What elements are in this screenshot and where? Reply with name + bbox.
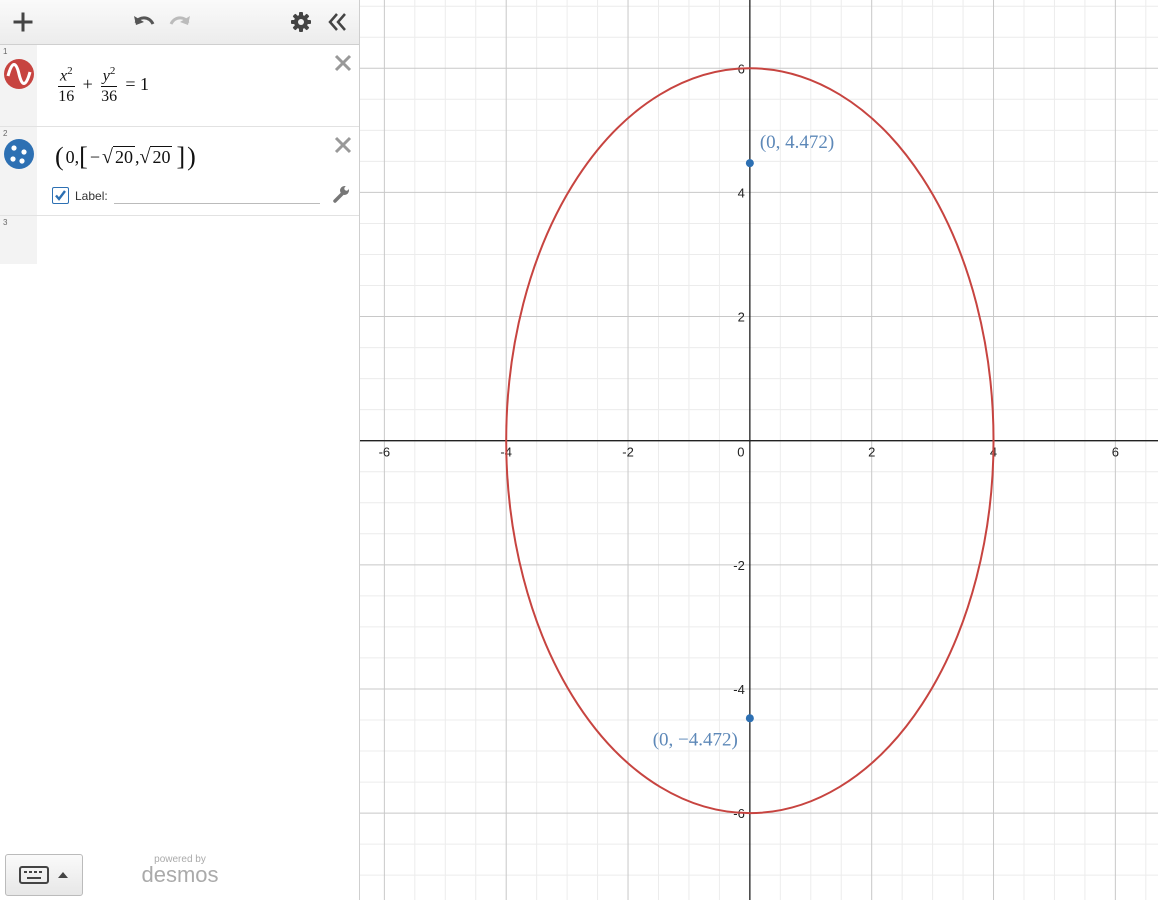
expression-gutter: 3	[0, 216, 37, 264]
points-expression-2[interactable]: ( 0, [ − √ 20 , √ 20 ] )	[55, 141, 196, 173]
x-tick-label: -2	[622, 445, 634, 460]
x-tick-label: -6	[379, 445, 391, 460]
plus-sign: +	[82, 73, 93, 94]
y-tick-label: -4	[733, 682, 745, 697]
plus-icon[interactable]	[10, 7, 36, 37]
expression-row-2[interactable]: 2 ( 0, [ − √ 20 , √ 20 ] ) Label:	[0, 127, 359, 216]
exponent: 2	[67, 65, 73, 78]
sqrt-sign: √	[139, 145, 151, 168]
desmos-logo: desmos	[141, 862, 219, 887]
delete-expression-icon[interactable]	[334, 136, 352, 154]
keyboard-button[interactable]	[5, 854, 83, 896]
radicand-2: 20	[150, 146, 173, 167]
expression-gutter: 1	[0, 45, 37, 126]
x-tick-label: 6	[1112, 445, 1119, 460]
powered-by-desmos[interactable]: powered by desmos	[135, 854, 225, 887]
label-checkbox-text: Label:	[75, 188, 108, 203]
caret-up-icon	[58, 872, 68, 878]
expression-index: 2	[3, 129, 8, 138]
delete-expression-icon[interactable]	[334, 54, 352, 72]
label-input[interactable]	[113, 187, 320, 204]
graph-canvas[interactable]: -6 -4 -2 0 2 4 6642-2-4-6 (0, 4.472)(0, −4.472…	[360, 0, 1158, 900]
redo-icon[interactable]	[166, 7, 194, 37]
y-tick-label: -2	[733, 558, 745, 573]
expression-toolbar	[0, 0, 359, 45]
denominator-36: 36	[101, 87, 118, 105]
curve-icon[interactable]	[4, 59, 34, 89]
sqrt-sign: √	[102, 145, 113, 168]
x-tick-label: 2	[868, 445, 875, 460]
panel-footer: powered by desmos	[0, 848, 359, 900]
expression-index: 3	[3, 218, 8, 227]
point-label: (0, −4.472)	[653, 729, 738, 750]
close-bracket: ]	[176, 142, 186, 171]
radicand-1: 20	[112, 146, 135, 167]
var-y: y	[102, 67, 110, 85]
equation-1[interactable]: x2 16 + y2 36 = 1	[58, 61, 149, 107]
x-tick-label: 0	[737, 445, 744, 460]
fraction-x: x2 16	[58, 62, 75, 105]
minus-sign: −	[89, 146, 100, 167]
close-paren: )	[187, 142, 196, 171]
exponent: 2	[109, 65, 116, 78]
double-chevron-left-icon[interactable]	[324, 7, 350, 37]
expression-gutter: 2	[0, 127, 37, 215]
label-checkbox[interactable]	[52, 187, 69, 204]
equals-one: = 1	[125, 73, 150, 94]
gear-icon[interactable]	[288, 7, 314, 37]
y-tick-label: 2	[738, 310, 745, 325]
point-label: (0, 4.472)	[760, 132, 834, 153]
points-icon[interactable]	[4, 139, 34, 169]
expression-index: 1	[3, 47, 8, 56]
expression-panel: 1 x2 16 + y2 36 = 1 2 (0, [− √ 20 , √ …	[0, 0, 360, 900]
denominator-16: 16	[58, 87, 75, 105]
expression-row-3[interactable]: 3	[0, 216, 359, 264]
label-options: Label:	[52, 187, 320, 204]
open-bracket: [	[79, 142, 88, 171]
undo-icon[interactable]	[130, 7, 158, 37]
point-marker	[745, 159, 754, 168]
expression-row-1[interactable]: 1 x2 16 + y2 36 = 1	[0, 45, 359, 127]
fraction-y: y2 36	[100, 62, 118, 105]
zero-value: 0,	[65, 146, 80, 167]
y-tick-label: 4	[738, 185, 745, 200]
open-paren: (	[55, 142, 64, 171]
wrench-icon[interactable]	[332, 185, 350, 203]
checkmark-icon	[55, 190, 66, 201]
point-marker	[745, 714, 754, 723]
keyboard-icon	[19, 866, 49, 884]
